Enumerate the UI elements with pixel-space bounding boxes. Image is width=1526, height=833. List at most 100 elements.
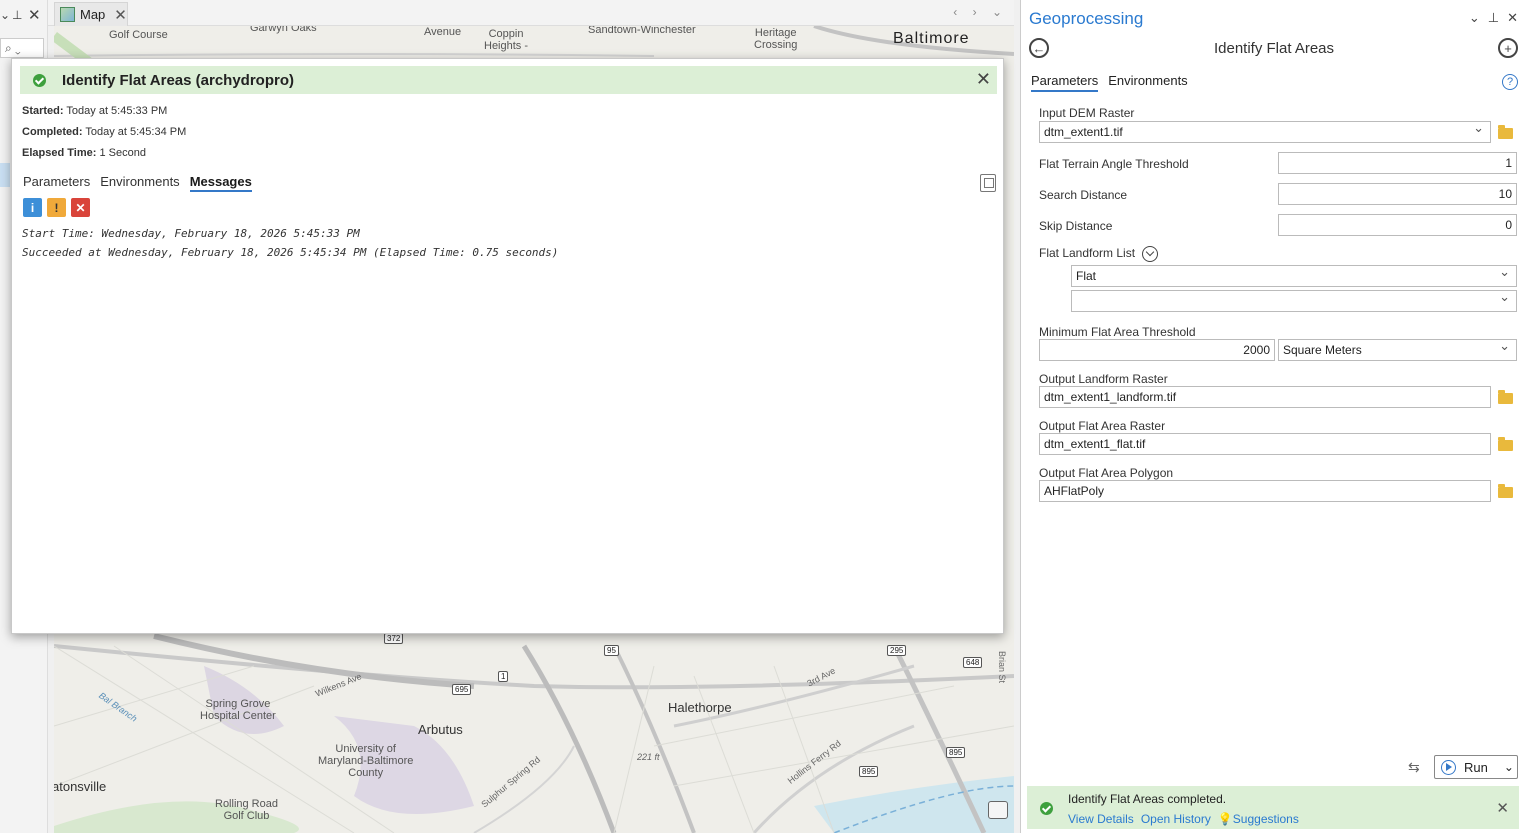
min-area-field[interactable]: 2000 <box>1039 339 1275 361</box>
map-label-avenue: Avenue <box>424 26 462 38</box>
tab-map[interactable]: Map ✕ <box>54 2 128 26</box>
tab-map-label: Map <box>80 7 106 22</box>
map-label-brian-st: Brian St <box>997 650 1008 684</box>
expand-icon[interactable] <box>1142 246 1159 262</box>
suggestions-link[interactable]: 💡Suggestions <box>1218 812 1299 826</box>
input-dem-label: Input DEM Raster <box>1039 106 1135 120</box>
map-label-baltimore: Baltimore <box>893 30 970 47</box>
landform-item-field-empty[interactable] <box>1071 287 1517 312</box>
tab-messages[interactable]: Messages <box>189 174 252 192</box>
output-flat-field[interactable]: dtm_extent1_flat.tif <box>1039 433 1491 455</box>
pin-icon[interactable]: ⊥ <box>12 8 22 22</box>
elapsed-label: Elapsed Time: <box>22 147 97 159</box>
min-area-unit-select[interactable]: Square Meters <box>1278 336 1517 361</box>
run-button[interactable]: Run ⌄ <box>1434 755 1518 779</box>
map-label-elevation: 221 ft <box>637 752 660 762</box>
folder-icon[interactable] <box>1498 484 1513 498</box>
folder-icon[interactable] <box>1498 437 1513 451</box>
play-icon <box>1441 759 1456 775</box>
landform-item-field[interactable]: Flat <box>1071 262 1517 287</box>
dropdown-icon[interactable]: ⌄ <box>0 8 10 22</box>
map-label-arbutus: Arbutus <box>418 722 463 737</box>
help-icon[interactable]: ? <box>1502 74 1518 90</box>
folder-icon[interactable] <box>1498 125 1513 139</box>
info-icon[interactable]: i <box>23 198 42 217</box>
close-icon[interactable]: ✕ <box>28 6 41 24</box>
warning-icon[interactable]: ! <box>47 198 66 217</box>
success-check-icon <box>1040 802 1053 815</box>
map-label-coppin-heights: Coppin Heights - <box>484 28 529 52</box>
output-landform-field[interactable]: dtm_extent1_landform.tif <box>1039 386 1491 408</box>
folder-icon[interactable] <box>1498 390 1513 404</box>
map-label-catonsville: atonsville <box>54 779 107 794</box>
angle-threshold-field[interactable]: 1 <box>1278 152 1517 174</box>
map-label-umbc: University of Maryland-Baltimore County <box>318 743 414 779</box>
close-icon[interactable]: ✕ <box>1496 799 1509 817</box>
close-icon[interactable]: ✕ <box>976 69 991 90</box>
messages-log: Start Time: Wednesday, February 18, 2026… <box>22 224 558 262</box>
completed-value: Today at 5:45:34 PM <box>85 126 187 138</box>
min-area-label: Minimum Flat Area Threshold <box>1039 325 1196 339</box>
route-shield: 895 <box>946 747 966 758</box>
banner-links: View Details Open History 💡Suggestions <box>1068 812 1299 826</box>
started-value: Today at 5:45:33 PM <box>66 105 168 117</box>
map-label-sandtown: Sandtown-Winchester <box>588 26 696 36</box>
skip-distance-field[interactable]: 0 <box>1278 214 1517 236</box>
map-label-halethorpe: Halethorpe <box>668 700 732 715</box>
tab-navigation[interactable]: ‹ › ⌄ <box>953 5 1008 19</box>
output-landform-label: Output Landform Raster <box>1039 372 1168 386</box>
search-icon[interactable]: ⌕ ⌄ <box>0 38 44 58</box>
flat-landform-list-row: Flat Landform List <box>1039 246 1159 262</box>
error-icon[interactable]: ✕ <box>71 198 90 217</box>
tab-parameters[interactable]: Parameters <box>23 174 90 192</box>
view-details-link[interactable]: View Details <box>1068 812 1134 826</box>
map-icon <box>60 7 75 22</box>
output-flat-label: Output Flat Area Raster <box>1039 419 1166 433</box>
lightbulb-icon: 💡 <box>1217 812 1233 826</box>
map-label-heritage-crossing: Heritage Crossing <box>754 27 798 51</box>
close-icon[interactable]: ✕ <box>114 6 127 24</box>
route-shield: 695 <box>452 684 472 695</box>
angle-threshold-label: Flat Terrain Angle Threshold <box>1039 157 1189 171</box>
skip-distance-label: Skip Distance <box>1039 219 1113 233</box>
map-label-garwyn-oaks: Garwyn Oaks <box>250 26 317 34</box>
message-line: Succeeded at Wednesday, February 18, 202… <box>22 246 559 259</box>
pane-controls: ⌄ ⊥ ✕ <box>1469 10 1518 26</box>
completion-banner: Identify Flat Areas completed. View Deta… <box>1027 786 1519 829</box>
completed-label: Completed: <box>22 126 83 138</box>
close-icon[interactable]: ✕ <box>1507 10 1518 26</box>
map-label-rolling-road: Rolling Road Golf Club <box>215 798 278 822</box>
open-history-link[interactable]: Open History <box>1141 812 1211 826</box>
pin-icon[interactable]: ⊥ <box>1488 10 1499 26</box>
copy-icon[interactable] <box>980 174 996 192</box>
chevron-down-icon[interactable]: ⌄ <box>1504 760 1514 774</box>
swap-icon[interactable]: ⇆ <box>1408 759 1424 775</box>
elapsed-value: 1 Second <box>99 147 146 159</box>
completed-row: Completed: Today at 5:45:34 PM <box>22 126 186 138</box>
suggestions-label: Suggestions <box>1232 812 1299 826</box>
route-shield: 372 <box>384 633 404 644</box>
pane-title: Geoprocessing <box>1029 9 1144 28</box>
route-shield: 1 <box>498 671 509 682</box>
input-dem-field[interactable]: dtm_extent1.tif <box>1039 118 1491 143</box>
output-polygon-field[interactable]: AHFlatPoly <box>1039 480 1491 502</box>
add-icon[interactable]: + <box>1498 38 1518 58</box>
tab-parameters[interactable]: Parameters <box>1031 73 1099 92</box>
route-shield: 648 <box>963 657 983 668</box>
run-label: Run <box>1464 759 1488 775</box>
tab-environments[interactable]: Environments <box>100 174 179 192</box>
map-label-spring-grove: Spring Grove Hospital Center <box>200 698 276 722</box>
search-distance-field[interactable]: 10 <box>1278 183 1517 205</box>
dialog-header: Identify Flat Areas (archydropro) ✕ <box>20 66 997 94</box>
completion-text: Identify Flat Areas completed. <box>1068 792 1227 806</box>
dropdown-icon[interactable]: ⌄ <box>1469 10 1480 26</box>
message-line: Start Time: Wednesday, February 18, 2026… <box>22 227 360 240</box>
route-shield: 95 <box>604 645 619 656</box>
map-legend-icon[interactable] <box>988 801 1008 819</box>
route-shield: 295 <box>887 645 907 656</box>
message-filter-icons: i ! ✕ <box>23 198 90 217</box>
success-check-icon <box>33 73 46 87</box>
tab-environments[interactable]: Environments <box>1108 73 1187 92</box>
flat-landform-list-label: Flat Landform List <box>1039 246 1136 261</box>
map-label-golf-course: Golf Course <box>109 29 168 41</box>
